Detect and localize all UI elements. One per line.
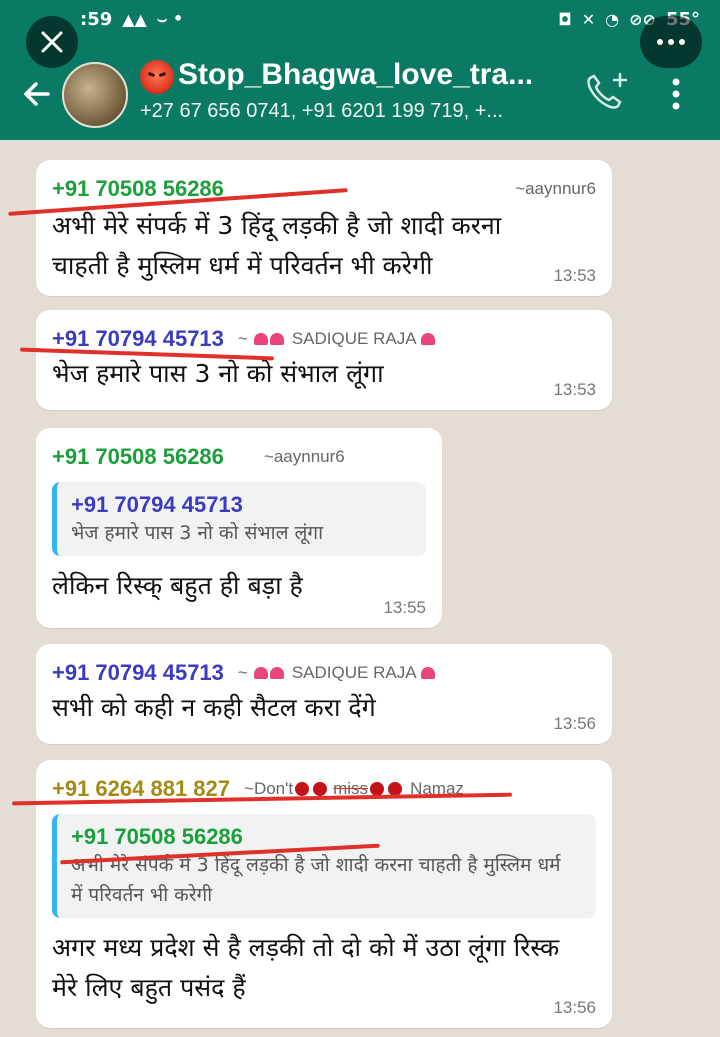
status-time: :59: [80, 8, 113, 30]
sender-name: SADIQUE RAJA: [291, 663, 417, 682]
sender-name: SADIQUE RAJA: [291, 329, 417, 348]
rose-emoji-icon: [295, 782, 310, 796]
sender-number[interactable]: +91 70794 45713: [52, 326, 224, 352]
sender-name: ~aaynnur6: [263, 447, 345, 466]
message-text: लेकिन रिस्क् बहुत ही बड़ा है: [52, 571, 303, 600]
message-time: 13:53: [553, 380, 596, 399]
message-text: अभी मेरे संपर्क में 3 हिंदू लड़की है जो …: [52, 211, 502, 280]
sender-name: ~aaynnur6: [515, 179, 596, 198]
quoted-text: भेज हमारे पास 3 नो को संभाल लूंगा: [71, 522, 324, 544]
sender-name-prefix: ~: [237, 329, 248, 348]
message-bubble[interactable]: +91 70508 56286 ~aaynnur6 अभी मेरे संपर्…: [36, 160, 612, 296]
quoted-message[interactable]: +91 70508 56286 अभी मेरे संपर्क में 3 हि…: [52, 814, 596, 918]
alarm-icon: ◘: [558, 9, 572, 29]
heart-emoji-icon: [253, 664, 286, 682]
message-bubble[interactable]: +91 70508 56286 ~aaynnur6 +91 70794 4571…: [36, 428, 442, 628]
group-name[interactable]: Stop_Bhagwa_love_tra...: [178, 58, 533, 92]
sender-number[interactable]: +91 70794 45713: [52, 660, 224, 686]
sender-number[interactable]: +91 70508 56286: [52, 444, 224, 470]
message-text: अगर मध्य प्रदेश से है लड़की तो दो को में…: [52, 933, 560, 1002]
heart-emoji-icon: [420, 667, 435, 679]
close-icon: [41, 31, 63, 53]
more-button[interactable]: [640, 16, 702, 68]
quoted-message[interactable]: +91 70794 45713 भेज हमारे पास 3 नो को सं…: [52, 482, 426, 556]
heart-emoji-icon: [253, 330, 286, 348]
message-bubble[interactable]: +91 70794 45713 ~ SADIQUE RAJA सभी को कह…: [36, 644, 612, 744]
participants-list[interactable]: +27 67 656 0741, +91 6201 199 719, +...: [140, 100, 503, 123]
notification-icon: ⌣ •: [156, 9, 184, 28]
warning-icon: ▲▲: [122, 9, 147, 29]
add-call-icon[interactable]: [580, 70, 630, 114]
message-bubble[interactable]: +91 70794 45713 ~ SADIQUE RAJA भेज हमारे…: [36, 310, 612, 410]
group-avatar[interactable]: [62, 62, 128, 128]
message-text: भेज हमारे पास 3 नो को संभाल लूंगा: [52, 359, 384, 388]
message-time: 13:56: [553, 714, 596, 733]
message-time: 13:56: [553, 998, 596, 1017]
more-icon: [657, 39, 685, 45]
sender-name-prefix: ~: [237, 663, 248, 682]
angry-face-icon: [140, 60, 174, 94]
wifi-icon: ◔: [605, 9, 620, 29]
message-time: 13:55: [383, 598, 426, 617]
chat-header: :59 ▲▲ ⌣ • ◘ ✕ ◔ ⊘⊘ 55° Stop_Bhagwa_love…: [0, 0, 720, 140]
back-arrow-icon[interactable]: [18, 76, 54, 112]
close-button[interactable]: [26, 16, 78, 68]
kebab-menu-icon[interactable]: [668, 78, 684, 110]
heart-emoji-icon: [420, 333, 435, 345]
message-text: सभी को कही न कही सैटल करा देंगे: [52, 693, 376, 722]
mute-icon: ✕: [581, 9, 596, 29]
status-bar: :59 ▲▲ ⌣ • ◘ ✕ ◔ ⊘⊘ 55°: [80, 6, 700, 32]
message-time: 13:53: [553, 266, 596, 285]
quoted-sender-number: +91 70794 45713: [71, 492, 243, 517]
rose-emoji-icon: [313, 782, 328, 796]
